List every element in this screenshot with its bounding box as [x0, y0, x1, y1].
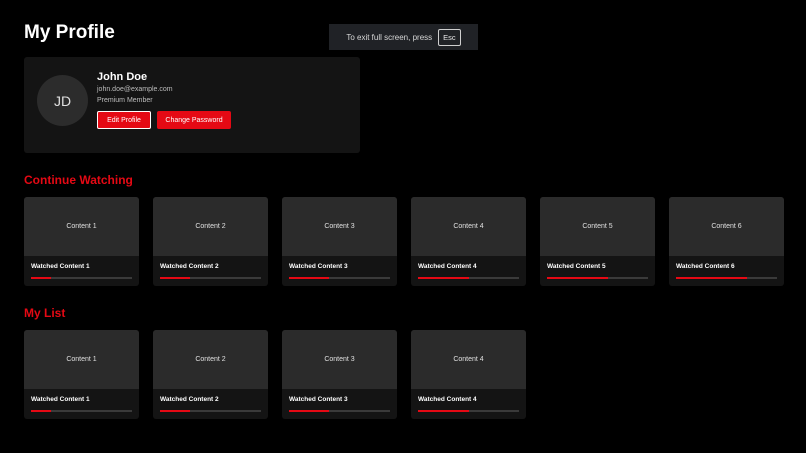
progress-track [289, 410, 390, 412]
progress-fill [31, 277, 52, 279]
progress-fill [547, 277, 608, 279]
content-title: Watched Content 6 [676, 263, 735, 270]
content-title: Watched Content 1 [31, 263, 90, 270]
progress-fill [31, 410, 52, 412]
change-password-button[interactable]: Change Password [157, 111, 231, 129]
content-title: Watched Content 2 [160, 263, 219, 270]
content-title: Watched Content 5 [547, 263, 606, 270]
progress-track [418, 410, 519, 412]
content-title: Watched Content 3 [289, 263, 348, 270]
progress-track [31, 277, 132, 279]
progress-fill [289, 410, 330, 412]
edit-profile-button[interactable]: Edit Profile [97, 111, 151, 129]
progress-track [676, 277, 777, 279]
user-name: John Doe [97, 71, 148, 83]
content-title: Watched Content 4 [418, 263, 477, 270]
avatar: JD [37, 75, 88, 126]
content-thumbnail: Content 2 [153, 197, 268, 256]
content-title: Watched Content 4 [418, 396, 477, 403]
fullscreen-notice: To exit full screen, press Esc [329, 24, 478, 50]
content-title: Watched Content 1 [31, 396, 90, 403]
content-card[interactable]: Content 5 Watched Content 5 [540, 197, 655, 286]
progress-track [418, 277, 519, 279]
content-card[interactable]: Content 1 Watched Content 1 [24, 330, 139, 419]
content-card[interactable]: Content 1 Watched Content 1 [24, 197, 139, 286]
progress-fill [160, 410, 191, 412]
content-thumbnail: Content 3 [282, 197, 397, 256]
continue-watching-heading: Continue Watching [24, 173, 133, 187]
progress-track [160, 277, 261, 279]
my-list-heading: My List [24, 306, 66, 320]
progress-track [289, 277, 390, 279]
content-thumbnail: Content 3 [282, 330, 397, 389]
esc-key-badge: Esc [438, 28, 461, 46]
content-card[interactable]: Content 3 Watched Content 3 [282, 197, 397, 286]
page-title: My Profile [24, 22, 115, 43]
content-card[interactable]: Content 6 Watched Content 6 [669, 197, 784, 286]
content-thumbnail: Content 1 [24, 330, 139, 389]
content-title: Watched Content 3 [289, 396, 348, 403]
content-thumbnail: Content 5 [540, 197, 655, 256]
progress-fill [160, 277, 191, 279]
progress-track [547, 277, 648, 279]
progress-fill [418, 410, 469, 412]
content-thumbnail: Content 4 [411, 197, 526, 256]
continue-watching-row: Content 1 Watched Content 1 Content 2 Wa… [24, 197, 784, 286]
content-thumbnail: Content 1 [24, 197, 139, 256]
progress-fill [418, 277, 469, 279]
content-card[interactable]: Content 2 Watched Content 2 [153, 197, 268, 286]
content-card[interactable]: Content 3 Watched Content 3 [282, 330, 397, 419]
fullscreen-notice-text: To exit full screen, press [346, 32, 433, 42]
content-title: Watched Content 2 [160, 396, 219, 403]
content-thumbnail: Content 4 [411, 330, 526, 389]
profile-card: JD John Doe john.doe@example.com Premium… [24, 57, 360, 153]
my-list-row: Content 1 Watched Content 1 Content 2 Wa… [24, 330, 526, 419]
progress-track [31, 410, 132, 412]
progress-fill [676, 277, 747, 279]
user-email: john.doe@example.com [97, 86, 173, 93]
membership-status: Premium Member [97, 97, 153, 104]
content-thumbnail: Content 2 [153, 330, 268, 389]
progress-track [160, 410, 261, 412]
progress-fill [289, 277, 330, 279]
content-card[interactable]: Content 4 Watched Content 4 [411, 197, 526, 286]
content-thumbnail: Content 6 [669, 197, 784, 256]
content-card[interactable]: Content 4 Watched Content 4 [411, 330, 526, 419]
content-card[interactable]: Content 2 Watched Content 2 [153, 330, 268, 419]
